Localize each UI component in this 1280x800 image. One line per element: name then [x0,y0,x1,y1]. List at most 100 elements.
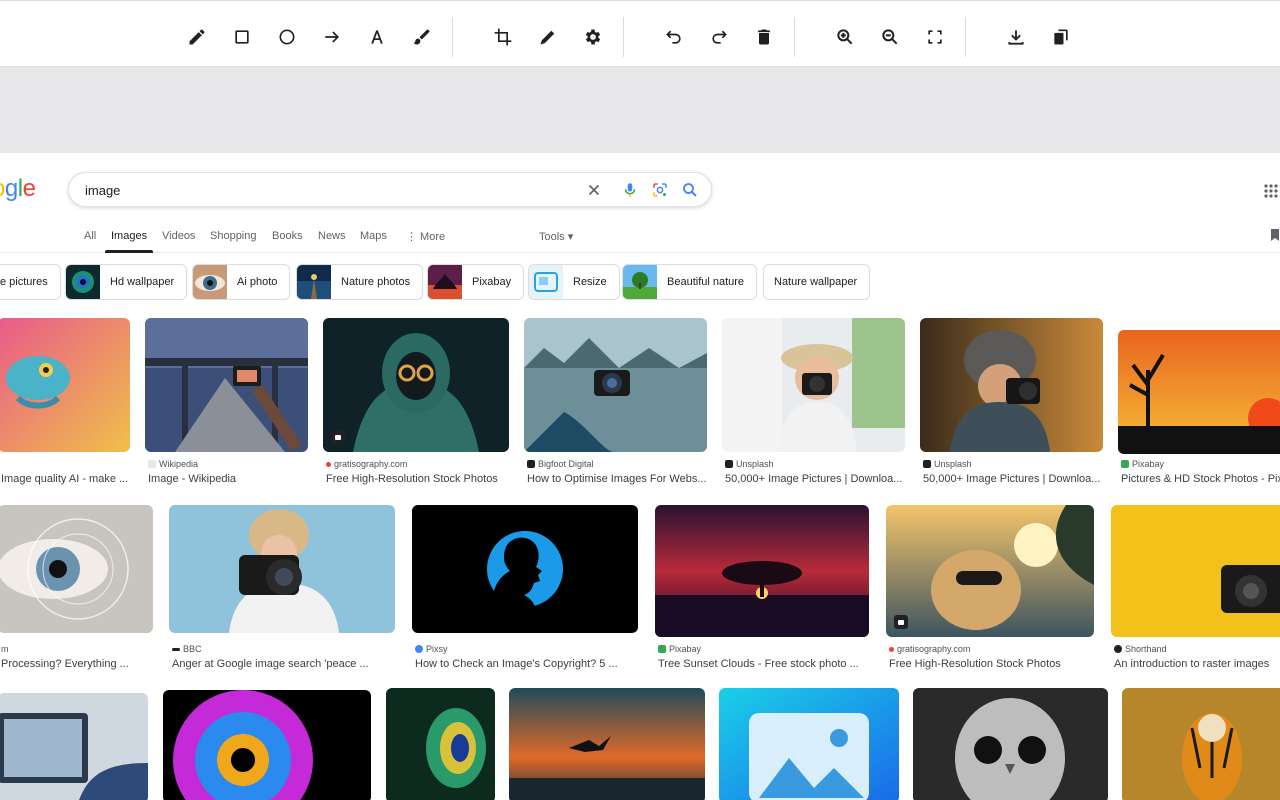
chip-label: Pixabay [472,276,512,288]
result-title[interactable]: How to Optimise Images For Webs... [527,473,707,485]
lens-icon[interactable] [651,181,669,199]
tab-shopping[interactable]: Shopping [210,230,257,242]
search-input[interactable] [85,180,565,200]
settings-icon[interactable] [580,24,606,50]
annotation-toolbar [0,0,1280,67]
image-result[interactable] [719,688,899,800]
chip-nature-wallpaper[interactable]: Nature wallpaper [763,264,871,300]
image-result[interactable]: Pixsy How to Check an Image's Copyright?… [412,505,638,675]
delete-icon[interactable] [751,24,777,50]
chip-pixabay[interactable]: Pixabay [427,264,525,300]
image-result[interactable] [163,690,371,800]
result-title[interactable]: Image - Wikipedia [148,473,308,485]
search-icon[interactable] [681,181,699,199]
copy-icon[interactable] [1048,24,1074,50]
toolbar-divider [794,17,795,57]
image-result[interactable] [1122,688,1280,800]
tab-news[interactable]: News [318,230,346,242]
result-thumbnail [323,318,509,452]
chip-label: e pictures [0,276,48,288]
image-badge-icon [331,430,345,444]
arrow-icon[interactable] [319,24,345,50]
pixsy-favicon-icon [415,645,423,653]
clear-icon[interactable] [585,181,603,199]
bbc-favicon-icon [172,647,180,651]
image-result[interactable]: Image quality AI - make ... [0,318,130,488]
unsplash-favicon-icon [725,460,733,468]
chip-thumbnail [623,265,657,299]
microphone-icon[interactable] [621,181,639,199]
result-thumbnail [1118,330,1280,454]
crop-icon[interactable] [490,24,516,50]
image-result[interactable] [913,688,1108,800]
toolbar-divider [965,17,966,57]
image-result[interactable]: Wikipedia Image - Wikipedia [145,318,308,488]
result-thumbnail [0,318,130,452]
result-thumbnail [1111,505,1280,637]
chip-nature-photos[interactable]: Nature photos [296,264,424,300]
unsplash-favicon-icon [923,460,931,468]
result-title[interactable]: Free High-Resolution Stock Photos [326,473,509,485]
result-title[interactable]: Pictures & HD Stock Photos - Pix [1121,473,1280,485]
image-result[interactable]: gratisography.com Free High-Resolution S… [886,505,1094,675]
search-box[interactable] [68,172,712,207]
tab-all[interactable]: All [84,230,96,242]
zoom-out-icon[interactable] [877,24,903,50]
brush-icon[interactable] [409,24,435,50]
image-result[interactable]: Pixabay Pictures & HD Stock Photos - Pix [1118,318,1280,488]
pencil-icon[interactable] [184,24,210,50]
chip-ai-photo[interactable]: Ai photo [192,264,291,300]
image-result[interactable]: BBC Anger at Google image search 'peace … [169,505,395,675]
image-result[interactable] [509,688,705,800]
image-result[interactable] [386,688,495,800]
chip-pictures[interactable]: e pictures [0,264,61,300]
result-title[interactable]: How to Check an Image's Copyright? 5 ... [415,658,635,670]
result-title[interactable]: Processing? Everything ... [1,658,151,670]
text-icon[interactable] [364,24,390,50]
result-thumbnail [722,318,905,452]
image-result[interactable]: Pixabay Tree Sunset Clouds - Free stock … [655,505,869,675]
result-title[interactable]: Image quality AI - make ... [1,473,131,485]
result-source: Pixsy [415,644,448,654]
fullscreen-icon[interactable] [922,24,948,50]
result-source: BBC [172,644,202,654]
zoom-in-icon[interactable] [832,24,858,50]
image-result[interactable]: gratisography.com Free High-Resolution S… [323,318,509,488]
result-title[interactable]: Anger at Google image search 'peace ... [172,658,392,670]
tab-books[interactable]: Books [272,230,303,242]
tab-more[interactable]: ⋮ More [406,230,445,243]
image-result[interactable]: Bigfoot Digital How to Optimise Images F… [524,318,707,488]
chip-thumbnail [193,265,227,299]
result-title[interactable]: Free High-Resolution Stock Photos [889,658,1089,670]
result-title[interactable]: An introduction to raster images [1114,658,1280,670]
google-logo[interactable]: ogle [0,175,36,203]
result-title[interactable]: 50,000+ Image Pictures | Downloa... [725,473,905,485]
result-thumbnail [913,688,1108,800]
circle-icon[interactable] [274,24,300,50]
image-result[interactable]: Unsplash 50,000+ Image Pictures | Downlo… [920,318,1103,488]
image-result[interactable]: Unsplash 50,000+ Image Pictures | Downlo… [722,318,905,488]
saved-bookmark-icon[interactable] [1270,229,1280,241]
redo-icon[interactable] [706,24,732,50]
chip-beautiful-nature[interactable]: Beautiful nature [622,264,758,300]
tab-videos[interactable]: Videos [162,230,195,242]
pen-icon[interactable] [535,24,561,50]
chip-hd-wallpaper[interactable]: Hd wallpaper [65,264,188,300]
result-title[interactable]: 50,000+ Image Pictures | Downloa... [923,473,1103,485]
result-source: Wikipedia [148,459,198,469]
image-result[interactable]: m Processing? Everything ... [0,505,153,675]
gratisography-favicon-icon [889,646,894,652]
bigfoot-favicon-icon [527,460,535,468]
image-result[interactable]: Shorthand An introduction to raster imag… [1111,505,1280,675]
shorthand-favicon-icon [1114,645,1122,653]
tab-images[interactable]: Images [111,230,147,242]
rectangle-icon[interactable] [229,24,255,50]
undo-icon[interactable] [661,24,687,50]
result-title[interactable]: Tree Sunset Clouds - Free stock photo ..… [658,658,868,670]
tools-button[interactable]: Tools ▾ [539,230,573,243]
chip-resize[interactable]: Resize [528,264,620,300]
tab-maps[interactable]: Maps [360,230,387,242]
image-result[interactable] [0,693,148,800]
apps-grid-icon[interactable] [1263,183,1279,199]
download-icon[interactable] [1003,24,1029,50]
